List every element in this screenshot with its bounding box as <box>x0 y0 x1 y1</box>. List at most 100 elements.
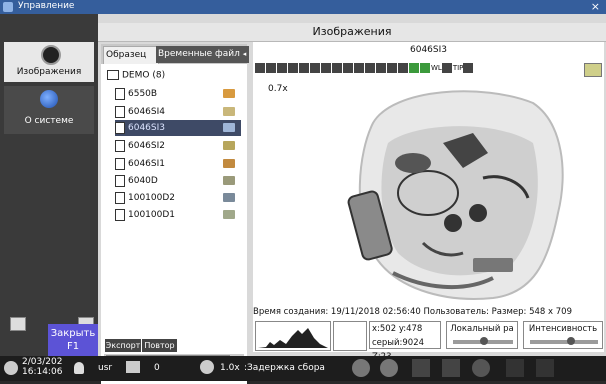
play-icon[interactable] <box>442 359 460 377</box>
edge-icon[interactable] <box>299 63 309 73</box>
export-button[interactable]: Экспорт <box>105 339 141 352</box>
thumbnail-icon <box>223 159 235 168</box>
list-item[interactable]: 100100D1 <box>115 207 241 223</box>
local-range-slider[interactable] <box>453 337 513 345</box>
file-icon <box>115 87 125 100</box>
list-item[interactable]: 100100D2 <box>115 190 241 206</box>
list-item[interactable]: 6046SI4 <box>115 104 241 120</box>
globe-icon <box>40 90 58 108</box>
file-browser: Образец Временные файл ◂ ▸ DEMO (8) 6550… <box>101 44 249 384</box>
sidebar-item-label: О системе <box>24 116 74 126</box>
invert-icon[interactable] <box>288 63 298 73</box>
scanner-icon[interactable] <box>536 359 554 377</box>
taskbar: 2/03/202 16:14:06 usr 0 1.0x :Задержка с… <box>0 356 606 381</box>
sidebar-item-about[interactable]: О системе <box>4 86 94 134</box>
list-item[interactable]: 6040D <box>115 173 241 189</box>
tab-temp-files[interactable]: Временные файл ◂ ▸ <box>156 46 249 75</box>
thumbnail-icon <box>223 107 235 116</box>
magnify-icon[interactable] <box>376 63 386 73</box>
list-item[interactable]: 6046SI2 <box>115 138 241 154</box>
zoom-level: 0.7x <box>268 84 288 94</box>
coordinates-readout: x:502 y:478 серый:9024 Z:23 <box>369 321 441 362</box>
main-panel: Изображения Образец Временные файл ◂ ▸ D… <box>98 14 606 384</box>
chart-icon[interactable] <box>584 63 602 77</box>
item-name: 100100D1 <box>128 210 176 220</box>
tree-root[interactable]: DEMO (8) <box>107 70 165 81</box>
close-button-label: Закрыть <box>50 328 96 339</box>
thumbnail-icon <box>223 141 235 150</box>
pointer-icon[interactable] <box>321 63 331 73</box>
save-icon[interactable] <box>266 63 276 73</box>
file-icon <box>115 174 125 187</box>
slider-knob[interactable] <box>480 337 488 345</box>
exit-icon[interactable] <box>10 317 26 331</box>
viewer-toolbar: WL TIP <box>255 63 555 77</box>
clock-icon <box>4 361 18 375</box>
window-icon[interactable] <box>441 63 452 73</box>
prev-icon[interactable] <box>352 359 370 377</box>
intensity-control[interactable]: Интенсивность <box>523 321 603 349</box>
user-name: usr <box>98 363 113 373</box>
window-titlebar: Управление × <box>0 0 606 14</box>
coords-xy: x:502 y:478 <box>372 324 423 334</box>
close-button-shortcut: F1 <box>66 341 80 352</box>
item-name: 6046SI2 <box>128 141 165 151</box>
gallery-icon[interactable] <box>463 63 474 73</box>
time-text: 16:14:06 <box>22 367 63 377</box>
local-range-control[interactable]: Локальный ра <box>446 321 518 349</box>
counter-icon <box>126 361 140 373</box>
local-range-label: Локальный ра <box>450 324 514 334</box>
image-title: 6046SI3 <box>410 45 447 55</box>
thumbnail-icon <box>223 89 235 98</box>
sidebar-item-images[interactable]: Изображения <box>4 42 94 82</box>
item-name: 6046SI4 <box>128 107 165 117</box>
next-icon[interactable] <box>380 359 398 377</box>
print-icon[interactable] <box>277 63 287 73</box>
item-name: 6046SI1 <box>128 159 165 169</box>
open-icon[interactable] <box>255 63 265 73</box>
zoom-icon <box>200 360 214 374</box>
tab-sample[interactable]: Образец <box>103 46 159 64</box>
stop-icon[interactable] <box>412 359 430 377</box>
file-icon <box>115 191 125 204</box>
zoom-in-icon[interactable] <box>343 63 353 73</box>
image-info: Время создания: 19/11/2018 02:56:40 Поль… <box>253 307 572 317</box>
sidebar: Изображения О системе <box>0 14 98 356</box>
close-button[interactable]: Закрыть F1 <box>48 324 98 356</box>
chart-icon[interactable] <box>506 359 524 377</box>
delay-label: :Задержка сбора <box>244 363 325 373</box>
browser-tabs: Образец Временные файл ◂ ▸ <box>101 44 249 75</box>
thumbnail-icon <box>223 176 235 185</box>
thumbnail-icon <box>223 210 235 219</box>
zoom-region-icon[interactable] <box>365 63 375 73</box>
item-name: 6040D <box>128 176 158 186</box>
pan-icon[interactable] <box>332 63 342 73</box>
color-icon[interactable] <box>409 63 419 73</box>
slider-knob[interactable] <box>567 337 576 345</box>
organic-icon[interactable] <box>420 63 430 73</box>
file-icon <box>115 157 125 170</box>
list-item[interactable]: 6046SI1 <box>115 156 241 172</box>
list-item[interactable]: 6550B <box>115 86 241 102</box>
xray-image[interactable] <box>333 83 573 303</box>
document-icon[interactable] <box>310 63 320 73</box>
tree-root-label: DEMO (8) <box>122 70 166 81</box>
wl-label[interactable]: WL <box>431 63 442 73</box>
window-title: Управление <box>18 1 75 11</box>
folder-icon <box>107 70 119 80</box>
preview-box <box>333 321 367 351</box>
file-icon <box>115 139 125 152</box>
repeat-button[interactable]: Повтор <box>142 339 177 352</box>
zoom-out-icon[interactable] <box>354 63 364 73</box>
app-icon <box>3 2 13 12</box>
undo-icon[interactable] <box>398 63 408 73</box>
close-icon[interactable]: × <box>591 0 600 13</box>
target-icon[interactable] <box>472 359 490 377</box>
user-icon <box>74 362 84 374</box>
item-name: 6046SI3 <box>128 123 165 133</box>
sidebar-item-label: Изображения <box>16 67 82 77</box>
intensity-slider[interactable] <box>530 337 598 345</box>
rotate-icon[interactable] <box>387 63 397 73</box>
list-item-selected[interactable]: 6046SI3 <box>115 120 241 136</box>
tip-label[interactable]: TIP <box>453 63 464 73</box>
